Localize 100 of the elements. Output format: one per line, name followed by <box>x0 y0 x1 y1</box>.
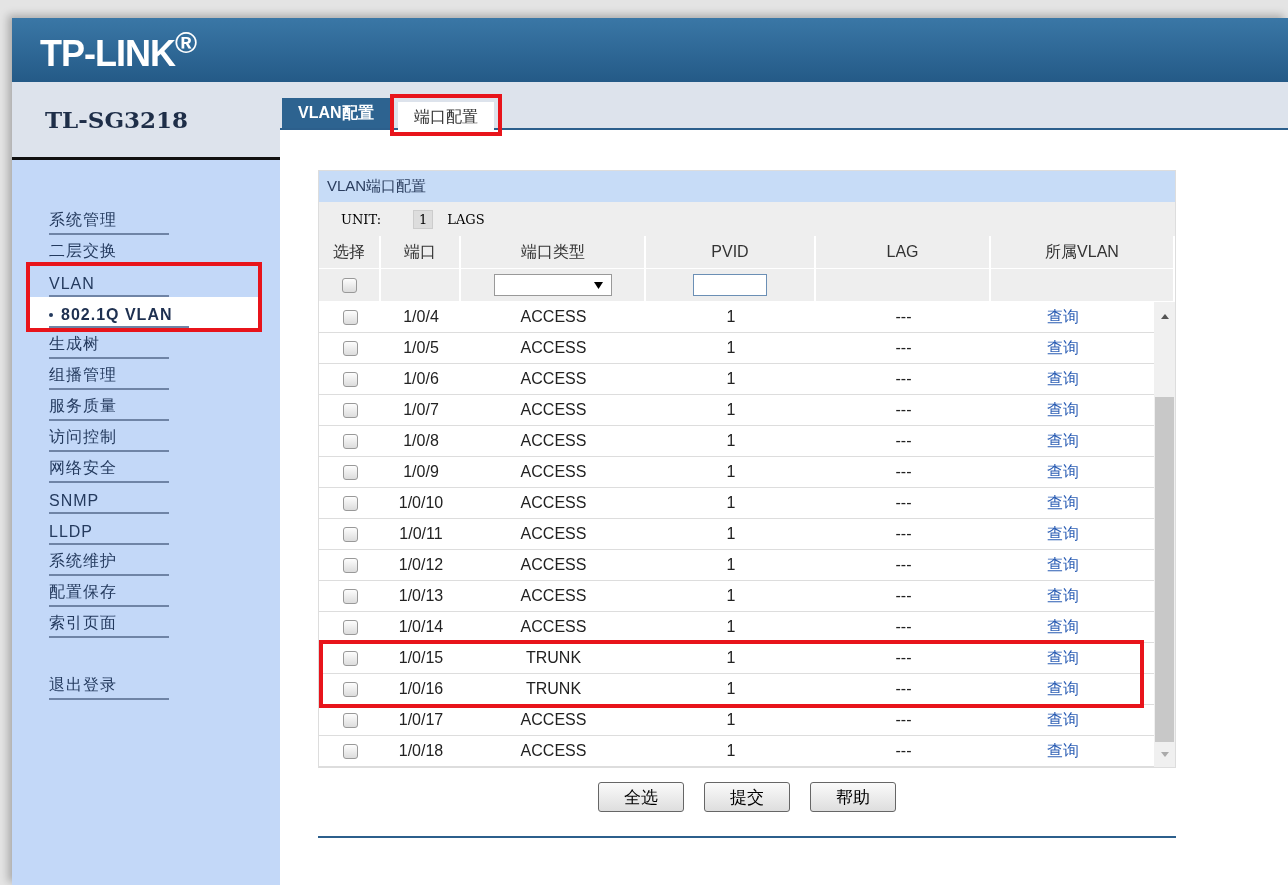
table-cell-text: --- <box>894 555 913 575</box>
checkbox[interactable] <box>342 743 358 759</box>
query-link[interactable]: 查询 <box>1046 306 1079 328</box>
table-cell-text: ACCESS <box>519 462 588 482</box>
sidebar-item[interactable]: 二层交换 <box>49 241 169 266</box>
table-cell-text: --- <box>894 462 913 482</box>
query-link[interactable]: 查询 <box>1046 678 1079 700</box>
pvid-input[interactable] <box>693 274 767 296</box>
table-cell-text: 1 <box>725 462 737 482</box>
checkbox[interactable] <box>342 588 358 604</box>
checkbox[interactable] <box>342 526 358 542</box>
query-link[interactable]: 查询 <box>1046 554 1079 576</box>
sidebar-item[interactable]: SNMP <box>49 492 169 514</box>
tab[interactable]: VLAN配置 <box>282 98 390 128</box>
table-cell-text: ACCESS <box>519 741 588 761</box>
table-cell-text: 1 <box>725 586 737 606</box>
type-dropdown[interactable] <box>493 274 612 296</box>
query-link[interactable]: 查询 <box>1046 337 1079 359</box>
checkbox[interactable] <box>341 277 357 293</box>
table-cell-text: 1/0/10 <box>397 493 445 513</box>
logout-link[interactable]: 退出登录 <box>49 675 169 700</box>
table-cell-text: 1/0/14 <box>397 617 445 637</box>
table-cell-text: --- <box>894 431 913 451</box>
checkbox[interactable] <box>342 557 358 573</box>
lags-link[interactable]: LAGS <box>447 211 485 227</box>
query-link[interactable]: 查询 <box>1046 399 1079 421</box>
table-cell-text: --- <box>894 679 913 699</box>
query-link[interactable]: 查询 <box>1046 740 1079 762</box>
checkbox[interactable] <box>342 712 358 728</box>
table-cell-text: ACCESS <box>519 586 588 606</box>
table-cell-text: 1/0/13 <box>397 586 445 606</box>
query-link[interactable]: 查询 <box>1046 430 1079 452</box>
table-cell-text: 1 <box>725 493 737 513</box>
query-link[interactable]: 查询 <box>1046 461 1079 483</box>
checkbox[interactable] <box>342 402 358 418</box>
sidebar-item[interactable]: 系统管理 <box>49 210 169 235</box>
table-cell-text: 1/0/7 <box>402 400 440 420</box>
table-cell-text: ACCESS <box>519 400 588 420</box>
checkbox[interactable] <box>342 650 358 666</box>
table-cell-text: --- <box>894 648 913 668</box>
checkbox[interactable] <box>342 309 358 325</box>
checkbox[interactable] <box>342 340 358 356</box>
table-cell-text: 1 <box>725 431 737 451</box>
table-cell-text: 1/0/12 <box>397 555 445 575</box>
unit-button[interactable]: 1 <box>413 209 434 229</box>
query-link[interactable]: 查询 <box>1046 368 1079 390</box>
sidebar-item[interactable]: 服务质量 <box>49 396 169 421</box>
caret-icon <box>593 281 603 289</box>
table-cell-text: 1/0/15 <box>397 648 445 668</box>
sidebar-item[interactable]: 访问控制 <box>49 427 169 452</box>
query-link[interactable]: 查询 <box>1046 492 1079 514</box>
table-cell-text: ACCESS <box>519 369 588 389</box>
checkbox[interactable] <box>342 495 358 511</box>
scroll-down-icon[interactable] <box>1160 752 1169 757</box>
table-cell-text: ACCESS <box>519 555 588 575</box>
table-cell-text: --- <box>894 307 913 327</box>
panel-title: VLAN端口配置 <box>319 171 1175 202</box>
query-link[interactable]: 查询 <box>1046 647 1079 669</box>
scrollbar[interactable] <box>1154 302 1175 767</box>
table-cell-text: 1 <box>725 369 737 389</box>
table-cell-text: --- <box>894 493 913 513</box>
table-cell-text: 1 <box>725 679 737 699</box>
query-link[interactable]: 查询 <box>1046 709 1079 731</box>
checkbox[interactable] <box>342 619 358 635</box>
sidebar-item[interactable]: 配置保存 <box>49 582 169 607</box>
sidebar-item[interactable]: 索引页面 <box>49 613 169 638</box>
sidebar-item[interactable]: 组播管理 <box>49 365 169 390</box>
table-cell-text: --- <box>894 524 913 544</box>
query-link[interactable]: 查询 <box>1046 523 1079 545</box>
checkbox[interactable] <box>342 371 358 387</box>
table-cell-text: 1/0/4 <box>402 307 440 327</box>
brand-logo: TP-LINK$^{®}$ <box>40 25 197 75</box>
bullet-icon <box>49 313 53 317</box>
unit-label: UNIT: <box>341 211 382 227</box>
action-button[interactable]: 全选 <box>598 782 684 812</box>
checkbox[interactable] <box>342 681 358 697</box>
table-cell-text: 1/0/17 <box>397 710 445 730</box>
sidebar-item[interactable]: 生成树 <box>49 334 169 359</box>
table-cell-text: ACCESS <box>519 431 588 451</box>
table-cell-text: 1 <box>725 338 737 358</box>
table-cell-text: ACCESS <box>519 710 588 730</box>
checkbox[interactable] <box>342 433 358 449</box>
checkbox[interactable] <box>342 464 358 480</box>
scroll-thumb[interactable] <box>1155 397 1174 742</box>
query-link[interactable]: 查询 <box>1046 616 1079 638</box>
table-cell-text: 1 <box>725 741 737 761</box>
table-cell-text: ACCESS <box>519 307 588 327</box>
query-link[interactable]: 查询 <box>1046 585 1079 607</box>
table-cell-text: 1 <box>725 617 737 637</box>
action-button[interactable]: 提交 <box>704 782 790 812</box>
scroll-up-icon[interactable] <box>1160 314 1169 319</box>
table-cell-text: --- <box>894 338 913 358</box>
sidebar-item[interactable]: 系统维护 <box>49 551 169 576</box>
table-cell-text: 1 <box>725 648 737 668</box>
action-button[interactable]: 帮助 <box>810 782 896 812</box>
sidebar-subitem[interactable]: 802.1Q VLAN <box>49 306 189 328</box>
sidebar-item[interactable]: LLDP <box>49 523 169 545</box>
table-cell-text: TRUNK <box>524 679 583 699</box>
tab[interactable]: 端口配置 <box>397 102 494 132</box>
sidebar-item[interactable]: 网络安全 <box>49 458 169 483</box>
